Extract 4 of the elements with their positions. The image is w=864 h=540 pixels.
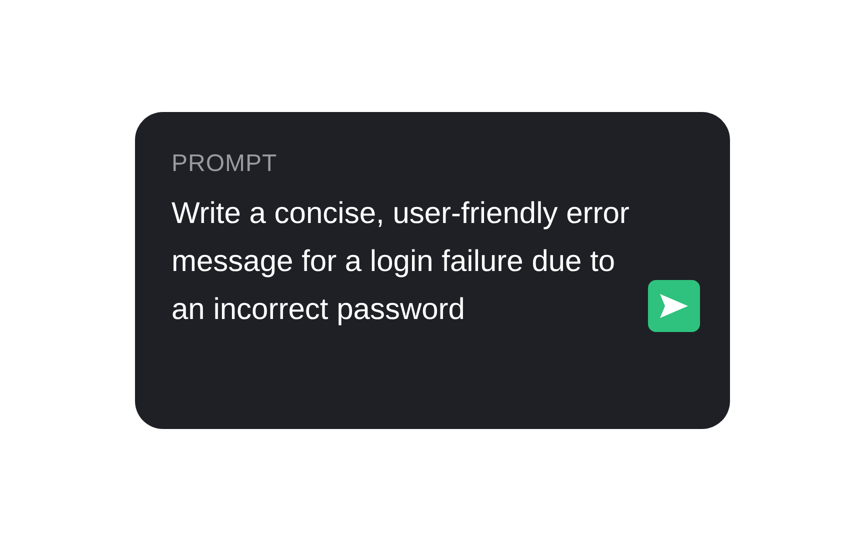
send-button[interactable]	[648, 280, 700, 332]
prompt-text: Write a concise, user-friendly error message for a login failure due to an incorrect password	[172, 196, 630, 328]
prompt-label: PROMPT	[172, 148, 278, 178]
send-icon	[658, 292, 690, 320]
